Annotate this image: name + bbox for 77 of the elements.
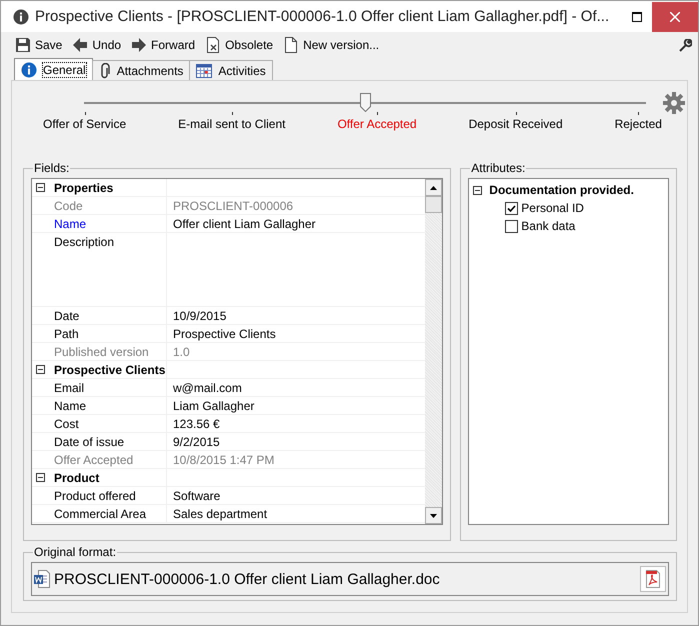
workflow-stage[interactable]: Rejected xyxy=(614,112,662,131)
toolbar-button[interactable]: Save xyxy=(15,37,62,53)
property-name: Date xyxy=(48,307,167,324)
property-name: Commercial Area xyxy=(48,505,167,522)
info-icon xyxy=(21,62,37,78)
tree-group-label: Documentation provided. xyxy=(489,183,634,197)
down-arrow-icon xyxy=(430,514,438,518)
property-value: PROSCLIENT-000006 xyxy=(172,198,294,214)
paperclip-icon xyxy=(98,62,111,78)
tab[interactable]: General xyxy=(14,58,93,80)
workflow-stage[interactable]: Deposit Received xyxy=(468,112,563,131)
property-name: Email xyxy=(48,379,167,396)
scrollbar[interactable] xyxy=(425,179,442,524)
close-icon xyxy=(670,12,680,22)
property-value[interactable]: w@mail.com xyxy=(167,379,426,396)
up-arrow-icon xyxy=(430,186,438,190)
group-title: Fields: xyxy=(33,161,70,175)
category-label: Properties xyxy=(48,179,167,196)
checkbox[interactable] xyxy=(505,202,518,214)
collapse-icon[interactable] xyxy=(36,473,44,482)
calendar-icon xyxy=(196,64,212,78)
collapse-icon[interactable] xyxy=(36,183,44,192)
property-name: Offer Accepted xyxy=(48,451,167,468)
property-name: Product offered xyxy=(48,487,167,504)
document-cross-icon xyxy=(205,37,222,53)
toolbar-button[interactable]: New version... xyxy=(283,37,380,53)
maximize-icon xyxy=(632,12,642,22)
file-name: PROSCLIENT-000006-1.0 Offer client Liam Gallagher.doc xyxy=(54,570,441,588)
property-name: Description xyxy=(48,233,167,306)
property-name: Path xyxy=(48,325,167,342)
file-field[interactable]: PROSCLIENT-000006-1.0 Offer client Liam Gallagher.doc xyxy=(31,562,669,596)
right-arrow-icon xyxy=(131,37,148,53)
info-icon xyxy=(13,8,29,24)
left-arrow-icon xyxy=(72,37,88,53)
tab[interactable]: Activities xyxy=(189,60,273,80)
pdf-button[interactable] xyxy=(640,566,666,592)
workflow-stage[interactable]: Offer of Service xyxy=(43,112,126,131)
property-value[interactable]: 9/2/2015 xyxy=(167,433,426,450)
collapse-icon[interactable] xyxy=(36,365,44,374)
property-name: Name xyxy=(48,215,167,232)
property-value[interactable]: 10/9/2015 xyxy=(167,307,426,324)
property-name: Name xyxy=(48,397,167,414)
toolbar-button[interactable]: Forward xyxy=(131,37,196,53)
toolbar-button[interactable]: Obsolete xyxy=(205,37,274,53)
category-label: Prospective Clients xyxy=(48,361,167,378)
checkbox[interactable] xyxy=(505,220,518,232)
property-value: 10/8/2015 1:47 PM xyxy=(172,452,276,468)
property-name: Cost xyxy=(48,415,167,432)
group-title: Original format: xyxy=(33,545,118,559)
wrench-icon[interactable] xyxy=(679,38,692,52)
scrollbar-thumb[interactable] xyxy=(425,196,442,213)
property-value[interactable]: Sales department xyxy=(167,505,426,522)
pdf-icon xyxy=(645,570,661,588)
property-name: Published version xyxy=(48,343,167,360)
property-name: Date of issue xyxy=(48,433,167,450)
property-value[interactable]: Prospective Clients xyxy=(167,325,426,342)
slider-thumb[interactable] xyxy=(360,93,371,112)
checkbox-label: Bank data xyxy=(521,219,576,233)
property-value[interactable]: 123.56 € xyxy=(167,415,426,432)
category-label: Product xyxy=(48,469,167,486)
close-button[interactable] xyxy=(652,2,698,32)
tab[interactable]: Attachments xyxy=(92,60,190,80)
document-icon xyxy=(283,37,300,53)
property-value: 1.0 xyxy=(172,344,191,360)
property-value[interactable]: Offer client Liam Gallagher xyxy=(167,215,426,232)
property-value[interactable]: Software xyxy=(167,487,426,504)
checkbox-label: Personal ID xyxy=(521,201,584,215)
gear-icon[interactable] xyxy=(663,92,685,114)
property-name: Code xyxy=(48,197,167,214)
property-value[interactable]: Liam Gallagher xyxy=(167,397,426,414)
collapse-icon[interactable] xyxy=(473,186,482,194)
workflow-stage[interactable]: E-mail sent to Client xyxy=(178,112,286,131)
toolbar-button[interactable]: Undo xyxy=(72,37,122,53)
word-document-icon xyxy=(34,570,50,588)
window-title: Prospective Clients - [PROSCLIENT-000006-1.0 Offer client Liam Gallagher.pdf] - Of... xyxy=(35,8,610,25)
workflow-stage[interactable]: Offer Accepted xyxy=(337,112,417,131)
group-title: Attributes: xyxy=(470,161,526,175)
